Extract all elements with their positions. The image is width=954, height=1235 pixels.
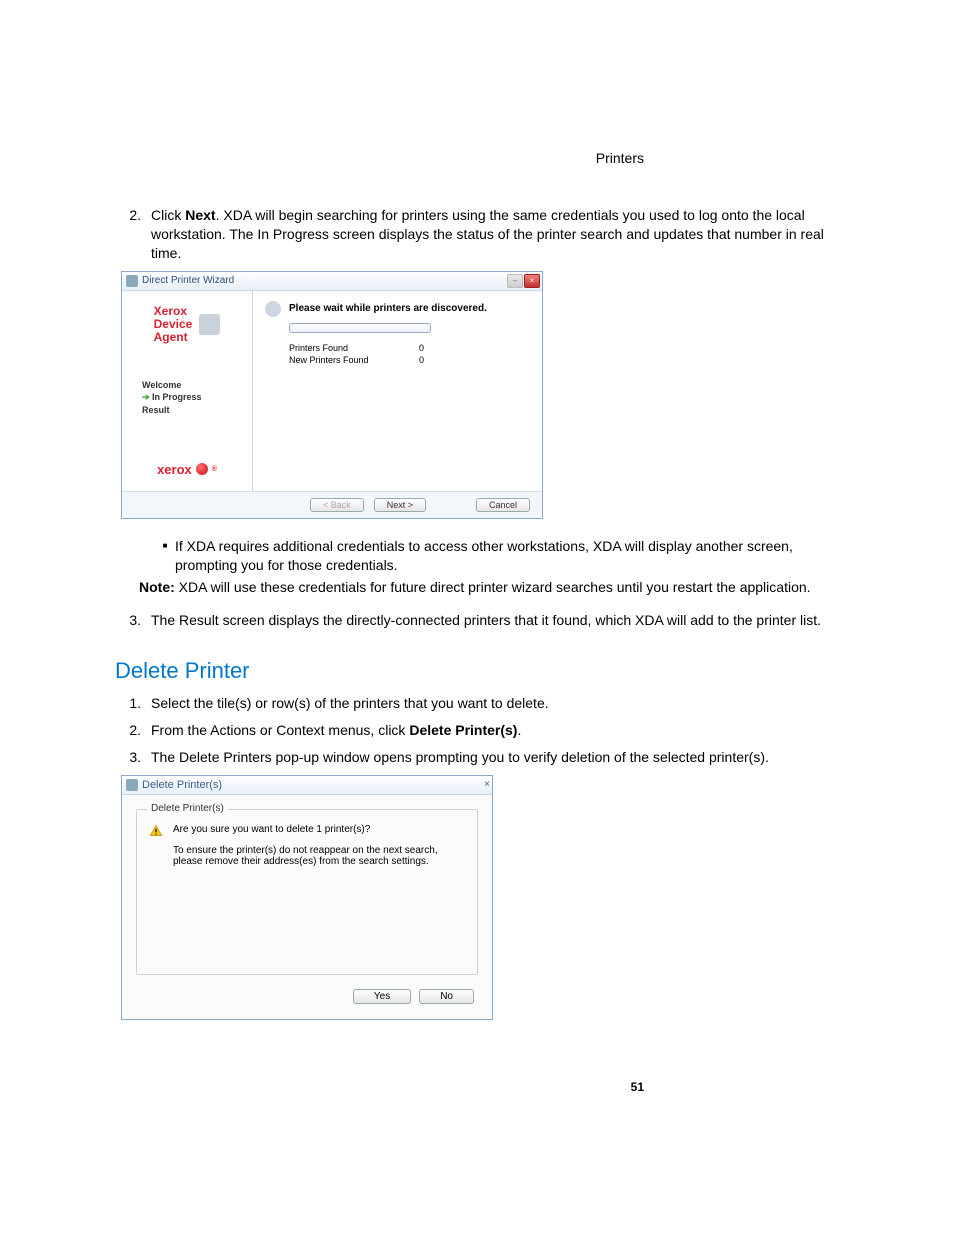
note-label: Note: xyxy=(139,579,175,595)
close-button[interactable]: × xyxy=(484,779,490,790)
delete-printers-bold: Delete Printer(s) xyxy=(409,722,517,738)
wizard-steps: Welcome In Progress Result xyxy=(142,380,202,417)
printers-found-value: 0 xyxy=(419,343,424,353)
printers-found-label: Printers Found xyxy=(289,343,419,353)
search-icon xyxy=(265,301,281,317)
step-number: 3. xyxy=(115,748,151,767)
step-number: 2. xyxy=(115,206,151,263)
text: Click xyxy=(151,207,185,223)
no-button[interactable]: No xyxy=(419,989,474,1004)
step-body: Select the tile(s) or row(s) of the prin… xyxy=(151,694,844,713)
note-text: XDA will use these credentials for futur… xyxy=(175,579,811,595)
brand-line: Xerox xyxy=(154,305,193,318)
step-body: From the Actions or Context menus, click… xyxy=(151,721,844,740)
warning-icon xyxy=(149,824,163,838)
step-welcome: Welcome xyxy=(142,380,202,390)
new-printers-found-value: 0 xyxy=(419,355,424,365)
step-in-progress: In Progress xyxy=(142,392,202,403)
delete-fieldset: Delete Printer(s) Are you sure you want … xyxy=(136,809,478,975)
next-button[interactable]: Next > xyxy=(374,498,426,512)
dstep-3: 3. The Delete Printers pop-up window ope… xyxy=(115,748,844,767)
sub-text: If XDA requires additional credentials t… xyxy=(175,537,844,575)
direct-printer-wizard-window: Direct Printer Wizard – × Xerox Device A… xyxy=(121,271,543,519)
printer-icon xyxy=(198,313,220,335)
text: . XDA will begin searching for printers … xyxy=(151,207,824,261)
back-button[interactable]: < Back xyxy=(310,498,364,512)
app-icon xyxy=(126,779,138,791)
wizard-main: Please wait while printers are discovere… xyxy=(252,291,542,491)
text: . xyxy=(517,722,521,738)
app-icon xyxy=(126,275,138,287)
text: From the Actions or Context menus, click xyxy=(151,722,409,738)
step-number: 1. xyxy=(115,694,151,713)
dstep-1: 1. Select the tile(s) or row(s) of the p… xyxy=(115,694,844,713)
step-number: 2. xyxy=(115,721,151,740)
step-3: 3. The Result screen displays the direct… xyxy=(115,611,844,630)
brand-line: Agent xyxy=(154,331,193,344)
titlebar: Delete Printer(s) × xyxy=(122,776,492,795)
step-body: Click Next. XDA will begin searching for… xyxy=(151,206,844,263)
dialog-title: Delete Printer(s) xyxy=(142,779,484,791)
logo-text: xerox xyxy=(157,462,192,477)
xerox-ball-icon xyxy=(196,463,208,475)
fieldset-legend: Delete Printer(s) xyxy=(147,803,228,814)
note: Note: XDA will use these credentials for… xyxy=(139,578,844,597)
step-2: 2. Click Next. XDA will begin searching … xyxy=(115,206,844,263)
wizard-button-bar: < Back Next > Cancel xyxy=(122,491,542,518)
wizard-heading: Please wait while printers are discovere… xyxy=(289,303,487,314)
window-title: Direct Printer Wizard xyxy=(142,275,506,286)
yes-button[interactable]: Yes xyxy=(353,989,411,1004)
next-keyword: Next xyxy=(185,207,215,223)
section-header: Printers xyxy=(115,150,644,166)
minimize-button[interactable]: – xyxy=(507,274,523,288)
step-result: Result xyxy=(142,405,202,415)
page-number: 51 xyxy=(115,1080,644,1094)
step-number: 3. xyxy=(115,611,151,630)
dstep-2: 2. From the Actions or Context menus, cl… xyxy=(115,721,844,740)
dialog-button-bar: Yes No xyxy=(122,983,492,1019)
close-button[interactable]: × xyxy=(524,274,540,288)
brand-text: Xerox Device Agent xyxy=(154,305,193,345)
cancel-button[interactable]: Cancel xyxy=(476,498,530,512)
confirm-question: Are you sure you want to delete 1 printe… xyxy=(173,824,465,835)
delete-printer-heading: Delete Printer xyxy=(115,658,844,684)
delete-printers-dialog: Delete Printer(s) × Delete Printer(s) Ar… xyxy=(121,775,493,1020)
progress-bar xyxy=(289,323,431,333)
titlebar: Direct Printer Wizard – × xyxy=(122,272,542,291)
wizard-sidebar: Xerox Device Agent Welcome In Progress R… xyxy=(122,291,252,491)
sub-bullet: ■ If XDA requires additional credentials… xyxy=(155,537,844,575)
confirm-info: To ensure the printer(s) do not reappear… xyxy=(173,845,465,867)
step-body: The Delete Printers pop-up window opens … xyxy=(151,748,844,767)
step-body: The Result screen displays the directly-… xyxy=(151,611,844,630)
new-printers-found-label: New Printers Found xyxy=(289,355,419,365)
xerox-logo: xerox ® xyxy=(157,462,217,477)
bullet-icon: ■ xyxy=(155,537,175,575)
